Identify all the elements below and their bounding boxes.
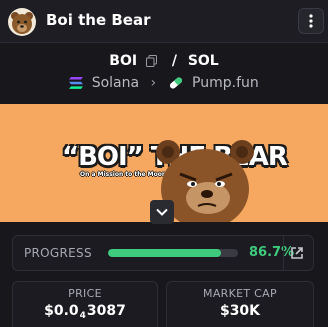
progress-value: 86.7%	[249, 245, 295, 260]
price-value: $0.043087	[13, 303, 157, 321]
expand-banner-button[interactable]	[150, 200, 174, 224]
price-prefix: $0.0	[44, 303, 79, 319]
breadcrumb-chain[interactable]: Solana	[92, 75, 139, 91]
market-cap-label: MARKET CAP	[203, 287, 277, 300]
bear-avatar-icon[interactable]	[8, 8, 36, 36]
bonding-progress-card: PROGRESS 86.7%	[12, 235, 314, 271]
breadcrumb: Solana › Pump.fun	[0, 75, 328, 91]
more-vertical-icon	[309, 14, 313, 28]
progress-label: PROGRESS	[24, 246, 92, 260]
token-pair: BOI / SOL	[0, 53, 328, 69]
app-header: Boi the Bear	[0, 0, 328, 43]
price-card: PRICE $0.043087	[12, 281, 158, 327]
divider	[283, 236, 284, 270]
external-link-icon[interactable]	[289, 245, 305, 261]
pair-quote: SOL	[187, 53, 219, 69]
app-title: Boi the Bear	[46, 11, 151, 29]
market-cap-card: MARKET CAP $30K	[166, 281, 314, 327]
progress-fill	[108, 249, 221, 257]
price-digits: 3087	[86, 303, 126, 319]
market-cap-value: $30K	[219, 303, 261, 319]
price-zero-count: 4	[79, 311, 86, 321]
copy-icon[interactable]	[145, 55, 157, 67]
more-options-button[interactable]	[298, 8, 324, 34]
chevron-right-icon: ›	[150, 75, 157, 91]
solana-icon	[69, 77, 84, 89]
pair-separator: /	[171, 53, 177, 69]
pill-icon	[169, 77, 182, 89]
breadcrumb-dex[interactable]: Pump.fun	[192, 75, 259, 91]
chevron-down-icon	[156, 208, 168, 216]
price-label: PRICE	[68, 287, 102, 300]
pair-base: BOI	[109, 53, 138, 69]
progress-bar	[108, 249, 238, 257]
